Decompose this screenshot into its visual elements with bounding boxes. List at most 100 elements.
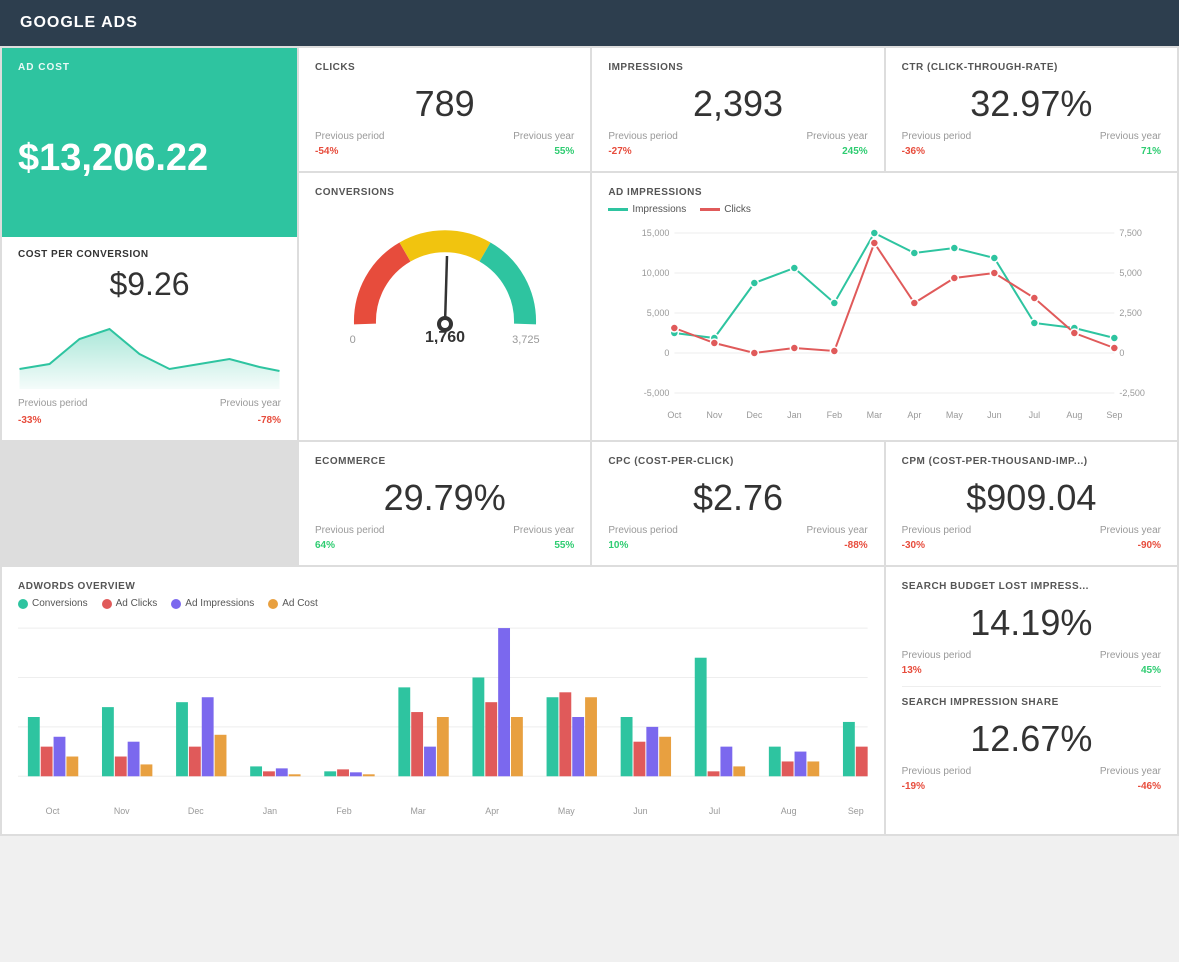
search-impression-label: SEARCH IMPRESSION SHARE [902, 697, 1161, 708]
ctr-card: CTR (CLICK-THROUGH-RATE) 32.97% Previous… [886, 48, 1177, 171]
search-budget-prev-year-label: Previous year [1100, 650, 1161, 661]
cpc-value: $2.76 [608, 477, 867, 519]
legend-clicks: Clicks [700, 204, 751, 215]
ad-cost-prev-period-pct: -33% [18, 415, 41, 426]
legend-conversions: Conversions [18, 598, 88, 609]
cpc-label: CPC (COST-PER-CLICK) [608, 456, 867, 467]
svg-text:Mar: Mar [410, 806, 425, 816]
gauge-min: 0 [350, 334, 356, 346]
conversions-label: CONVERSIONS [315, 187, 574, 198]
header: GOOGLE ADS [0, 0, 1179, 46]
search-budget-value: 14.19% [902, 602, 1161, 644]
adwords-overview-label: ADWORDS OVERVIEW [18, 581, 868, 592]
search-budget-section: SEARCH BUDGET LOST IMPRESS... 14.19% Pre… [902, 581, 1161, 676]
ecommerce-card: ECOMMERCE 29.79% Previous period Previou… [299, 442, 590, 565]
ad-cost-prev-year-label: Previous year [220, 398, 281, 409]
cpc-prev-year-pct: -88% [844, 540, 867, 551]
svg-text:Feb: Feb [336, 806, 351, 816]
svg-text:May: May [558, 806, 575, 816]
svg-text:5,000: 5,000 [647, 308, 670, 318]
cpm-prev-period-pct: -30% [902, 540, 925, 551]
svg-text:Feb: Feb [827, 410, 843, 420]
legend-impressions: Impressions [608, 204, 686, 215]
cpc-card: CPC (COST-PER-CLICK) $2.76 Previous peri… [592, 442, 883, 565]
svg-text:5,000: 5,000 [1120, 268, 1143, 278]
ad-impressions-legend: Impressions Clicks [608, 204, 1161, 215]
clicks-prev-year-label: Previous year [513, 131, 574, 142]
ecommerce-value: 29.79% [315, 477, 574, 519]
search-impression-value: 12.67% [902, 718, 1161, 760]
ecommerce-label: ECOMMERCE [315, 456, 574, 467]
ecommerce-prev-period-pct: 64% [315, 540, 335, 551]
cpm-prev-period-label: Previous period [902, 525, 971, 536]
gauge-chart: 1,760 [345, 214, 545, 344]
ad-cost-prev-year-pct: -78% [258, 415, 281, 426]
cpc-prev-year-label: Previous year [807, 525, 868, 536]
svg-text:10,000: 10,000 [642, 268, 670, 278]
ad-cost-value: $13,206.22 [18, 117, 281, 200]
svg-text:Nov: Nov [114, 806, 130, 816]
impressions-value: 2,393 [608, 83, 867, 125]
clicks-prev-period-pct: -54% [315, 146, 338, 157]
adwords-legend: Conversions Ad Clicks Ad Impressions Ad … [18, 598, 868, 609]
search-budget-prev-period-label: Previous period [902, 650, 971, 661]
svg-text:Oct: Oct [668, 410, 683, 420]
search-impression-prev-year-pct: -46% [1138, 781, 1161, 792]
svg-text:Sep: Sep [1107, 410, 1123, 420]
ad-cost-card: AD COST $13,206.22 COST PER CONVERSION $… [2, 48, 297, 440]
impressions-prev-year-pct: 245% [842, 146, 868, 157]
cpm-label: CPM (COST-PER-THOUSAND-IMP...) [902, 456, 1161, 467]
svg-text:Jun: Jun [987, 410, 1002, 420]
svg-text:Dec: Dec [747, 410, 764, 420]
cost-per-conversion-label: COST PER CONVERSION [18, 249, 281, 260]
ad-impressions-card: AD IMPRESSIONS Impressions Clicks 15,000… [592, 173, 1177, 440]
svg-text:Nov: Nov [707, 410, 724, 420]
svg-text:May: May [946, 410, 964, 420]
svg-text:Aug: Aug [781, 806, 797, 816]
gauge-container: 1,760 0 3,725 [315, 204, 574, 356]
header-title: GOOGLE ADS [20, 14, 138, 31]
svg-text:Apr: Apr [485, 806, 499, 816]
svg-text:15,000: 15,000 [642, 228, 670, 238]
ctr-prev-period-label: Previous period [902, 131, 971, 142]
svg-text:Dec: Dec [188, 806, 204, 816]
svg-text:Jun: Jun [633, 806, 647, 816]
sparkline-chart [18, 309, 281, 389]
search-budget-prev-period-pct: 13% [902, 665, 922, 676]
cpm-value: $909.04 [902, 477, 1161, 519]
svg-text:Jul: Jul [1029, 410, 1041, 420]
svg-text:Sep: Sep [848, 806, 864, 816]
svg-text:2,500: 2,500 [1120, 308, 1143, 318]
cpc-prev-period-pct: 10% [608, 540, 628, 551]
impressions-prev-period-pct: -27% [608, 146, 631, 157]
ecommerce-prev-period-label: Previous period [315, 525, 384, 536]
impressions-prev-period-label: Previous period [608, 131, 677, 142]
svg-text:Apr: Apr [908, 410, 922, 420]
svg-text:Jan: Jan [787, 410, 802, 420]
cpm-card: CPM (COST-PER-THOUSAND-IMP...) $909.04 P… [886, 442, 1177, 565]
clicks-prev-year-pct: 55% [554, 146, 574, 157]
clicks-card: CLICKS 789 Previous period Previous year… [299, 48, 590, 171]
search-impression-prev-period-pct: -19% [902, 781, 925, 792]
legend-impressions-color [608, 208, 628, 211]
svg-text:0: 0 [1120, 348, 1125, 358]
legend-ad-impressions: Ad Impressions [171, 598, 254, 609]
svg-text:0: 0 [665, 348, 670, 358]
ecommerce-prev-year-label: Previous year [513, 525, 574, 536]
cost-per-conversion-value: $9.26 [18, 266, 281, 303]
ctr-prev-period-pct: -36% [902, 146, 925, 157]
ecommerce-prev-year-pct: 55% [554, 540, 574, 551]
svg-text:-2,500: -2,500 [1120, 388, 1146, 398]
adwords-bar-chart: Oct Nov Dec Jan Feb Mar Apr May Jun Jul … [18, 617, 868, 817]
ad-cost-label: AD COST [18, 62, 281, 73]
impressions-card: IMPRESSIONS 2,393 Previous period Previo… [592, 48, 883, 171]
impressions-label: IMPRESSIONS [608, 62, 867, 73]
cpm-prev-year-label: Previous year [1100, 525, 1161, 536]
adwords-overview-card: ADWORDS OVERVIEW Conversions Ad Clicks A… [2, 567, 884, 834]
clicks-label: CLICKS [315, 62, 574, 73]
svg-text:Jan: Jan [263, 806, 277, 816]
svg-text:Jul: Jul [709, 806, 720, 816]
svg-text:Oct: Oct [46, 806, 60, 816]
legend-ad-clicks: Ad Clicks [102, 598, 158, 609]
search-impression-section: SEARCH IMPRESSION SHARE 12.67% Previous … [902, 697, 1161, 792]
